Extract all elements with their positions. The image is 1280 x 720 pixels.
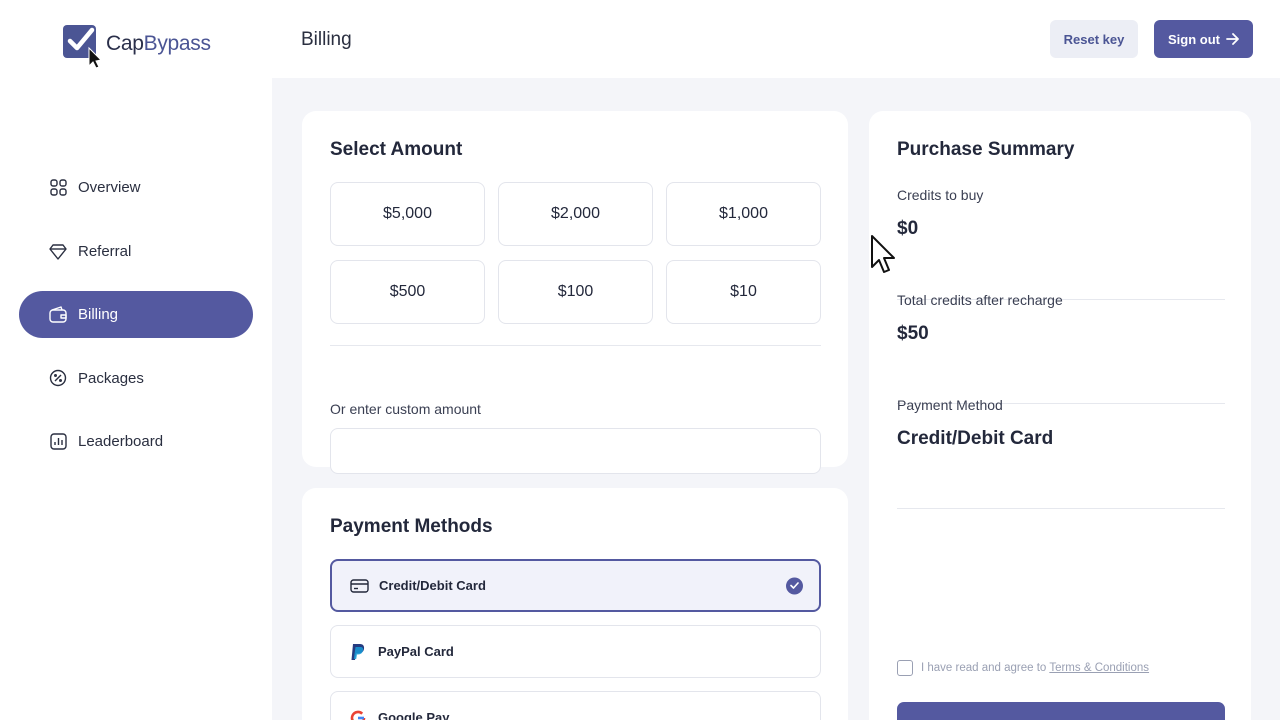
select-amount-card: Select Amount $5,000 $2,000 $1,000 $500 … [302, 111, 848, 474]
terms-agreement: I have read and agree to Terms & Conditi… [897, 660, 1149, 676]
card-icon [349, 576, 369, 596]
mouse-cursor-icon [870, 234, 898, 274]
payment-method-value: Credit/Debit Card [897, 428, 1054, 449]
sidebar-item-label: Billing [78, 306, 119, 323]
amount-option[interactable]: $10 [666, 260, 821, 324]
payment-option-label: PayPal Card [378, 644, 454, 659]
amount-options: $5,000 $2,000 $1,000 $500 $100 $10 [330, 182, 821, 324]
percent-badge-icon [49, 369, 67, 387]
payment-methods-title: Payment Methods [330, 516, 493, 537]
payment-methods-card: Payment Methods Credit/Debit Card PayPal… [302, 488, 848, 720]
sidebar-nav: Overview Referral Billing Packages Leade… [19, 164, 253, 482]
sidebar-item-overview[interactable]: Overview [19, 164, 253, 211]
pay-button[interactable] [897, 702, 1225, 720]
credits-to-buy-label: Credits to buy [897, 187, 984, 203]
payment-option-label: Credit/Debit Card [379, 578, 486, 593]
google-icon [348, 708, 368, 720]
total-credits-label: Total credits after recharge [897, 292, 1063, 308]
sidebar-item-label: Packages [78, 369, 144, 387]
check-circle-icon [786, 577, 803, 594]
terms-checkbox[interactable] [897, 660, 913, 676]
sidebar-item-packages[interactable]: Packages [19, 355, 253, 402]
sidebar-item-referral[interactable]: Referral [19, 228, 253, 275]
terms-text: I have read and agree to [921, 662, 1047, 674]
custom-amount-input[interactable] [330, 428, 821, 474]
sidebar-item-label: Overview [78, 179, 141, 196]
amount-option[interactable]: $5,000 [330, 182, 485, 246]
grid-icon [49, 179, 67, 197]
payment-option-label: Google Pay [378, 710, 450, 720]
sign-out-label: Sign out [1168, 31, 1220, 47]
sidebar-item-label: Referral [78, 242, 132, 260]
amount-option[interactable]: $1,000 [666, 182, 821, 246]
total-credits-value: $50 [897, 323, 929, 344]
amount-option[interactable]: $100 [498, 260, 653, 324]
logo[interactable]: CapBypass [62, 22, 211, 69]
amount-option[interactable]: $2,000 [498, 182, 653, 246]
main-content: Select Amount $5,000 $2,000 $1,000 $500 … [272, 78, 1280, 720]
select-amount-title: Select Amount [330, 139, 463, 160]
logo-text: CapBypass [106, 32, 211, 55]
terms-link[interactable]: Terms & Conditions [1049, 662, 1149, 674]
sidebar-item-leaderboard[interactable]: Leaderboard [19, 418, 253, 465]
divider [330, 345, 821, 346]
paypal-icon [348, 642, 368, 662]
divider [897, 508, 1225, 509]
bar-chart-icon [49, 433, 67, 451]
arrow-right-icon [1226, 33, 1239, 45]
payment-method-label: Payment Method [897, 397, 1003, 413]
sidebar: CapBypass Overview Referral Billing Pack… [0, 0, 272, 720]
sign-out-button[interactable]: Sign out [1154, 20, 1253, 58]
payment-option-google-pay[interactable]: Google Pay [330, 691, 821, 720]
sidebar-item-billing[interactable]: Billing [19, 291, 253, 338]
purchase-summary-title: Purchase Summary [897, 139, 1075, 160]
custom-amount-label: Or enter custom amount [330, 401, 481, 417]
credits-to-buy-value: $0 [897, 218, 919, 239]
payment-option-card[interactable]: Credit/Debit Card [330, 559, 821, 612]
payment-option-paypal[interactable]: PayPal Card [330, 625, 821, 678]
sidebar-item-label: Leaderboard [78, 433, 164, 450]
page-title: Billing [301, 29, 352, 50]
amount-option[interactable]: $500 [330, 260, 485, 324]
diamond-icon [49, 242, 67, 260]
wallet-icon [49, 306, 67, 324]
logo-check-icon [62, 22, 103, 69]
purchase-summary-card: Purchase Summary Credits to buy $0 Total… [869, 111, 1251, 720]
reset-key-button[interactable]: Reset key [1050, 20, 1138, 58]
